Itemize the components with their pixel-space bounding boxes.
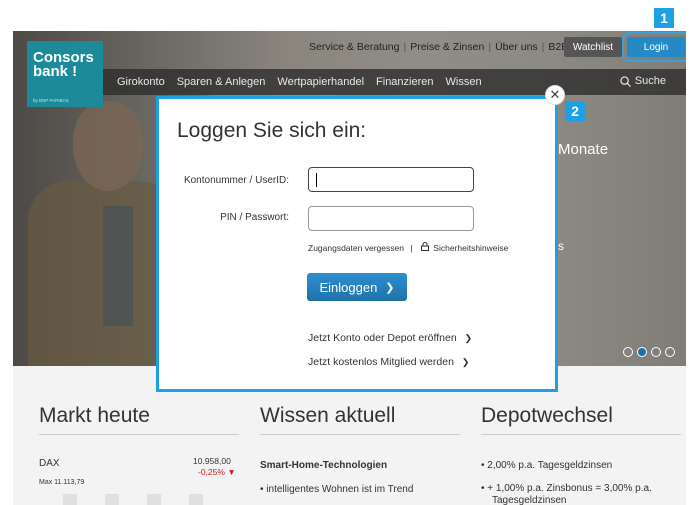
become-member-link[interactable]: Jetzt kostenlos Mitglied werden ❯ xyxy=(308,356,469,368)
dax-value: 10.958,00 xyxy=(193,456,231,466)
main-nav: Girokonto Sparen & Anlegen Wertpapierhan… xyxy=(103,69,686,95)
hero-text-2: s xyxy=(558,239,564,253)
carousel-dot[interactable] xyxy=(665,347,675,357)
nav-item-wertpapierhandel[interactable]: Wertpapierhandel xyxy=(277,76,364,88)
open-account-link[interactable]: Jetzt Konto oder Depot eröffnen ❯ xyxy=(308,332,472,344)
divider xyxy=(481,434,681,435)
modal-title: Loggen Sie sich ein: xyxy=(177,119,367,142)
markt-title: Markt heute xyxy=(39,404,150,427)
divider xyxy=(260,434,460,435)
carousel-dot[interactable] xyxy=(651,347,661,357)
lock-icon xyxy=(420,242,429,253)
link-ueber-uns[interactable]: Über uns xyxy=(495,41,538,53)
down-arrow-icon: ▼ xyxy=(227,467,236,477)
carousel-dot-active[interactable] xyxy=(637,347,647,357)
chart-bar xyxy=(189,494,203,505)
top-links: Service & Beratung | Preise & Zinsen | Über … xyxy=(309,41,569,53)
search-icon xyxy=(620,75,631,87)
depot-title: Depotwechsel xyxy=(481,404,613,427)
chevron-right-icon: ❯ xyxy=(464,333,473,343)
carousel-dots xyxy=(623,347,679,357)
text-caret xyxy=(316,173,317,187)
dax-change: -0,25% ▼ xyxy=(198,467,236,477)
chart-bar xyxy=(147,494,161,505)
watchlist-button[interactable]: Watchlist xyxy=(564,37,622,57)
hero-text: Monate xyxy=(558,141,609,158)
dax-label[interactable]: DAX xyxy=(39,458,60,469)
login-modal: Loggen Sie sich ein: Kontonummer / UserI… xyxy=(156,96,558,392)
divider xyxy=(39,434,239,435)
logo[interactable]: Consors bank ! by BNP PARIBAS xyxy=(27,41,103,107)
chevron-right-icon: ❯ xyxy=(461,357,470,367)
pin-label: PIN / Passwort: xyxy=(220,212,289,223)
forgot-link[interactable]: Zugangsdaten vergessen xyxy=(308,243,404,253)
nav-item-girokonto[interactable]: Girokonto xyxy=(117,76,165,88)
userid-input[interactable] xyxy=(308,167,474,192)
carousel-dot[interactable] xyxy=(623,347,633,357)
chart-bar xyxy=(105,494,119,505)
depot-bullet: • 2,00% p.a. Tagesgeldzinsen xyxy=(481,460,613,471)
badge-2: 2 xyxy=(565,101,585,121)
pin-input[interactable] xyxy=(308,206,474,231)
link-service[interactable]: Service & Beratung xyxy=(309,41,399,53)
security-link[interactable]: Sicherheitshinweise xyxy=(433,243,508,253)
einloggen-button[interactable]: Einloggen ❯ xyxy=(307,273,407,301)
nav-item-wissen[interactable]: Wissen xyxy=(446,76,482,88)
userid-label: Kontonummer / UserID: xyxy=(183,175,289,186)
nav-item-finanzieren[interactable]: Finanzieren xyxy=(376,76,433,88)
chart-bar xyxy=(63,494,77,505)
dax-max: Max 11.113,79 xyxy=(39,479,85,486)
badge-1: 1 xyxy=(654,8,674,28)
depot-bullet-cont: Tagesgeldzinsen xyxy=(492,495,567,505)
wissen-bullet: • intelligentes Wohnen ist im Trend xyxy=(260,484,414,495)
logo-text: Consors bank ! xyxy=(33,49,94,80)
login-button[interactable]: Login xyxy=(622,32,686,62)
chevron-right-icon: ❯ xyxy=(385,281,395,294)
nav-item-sparen[interactable]: Sparen & Anlegen xyxy=(177,76,266,88)
depot-bullet: • + 1,00% p.a. Zinsbonus = 3,00% p.a. xyxy=(481,483,652,494)
close-icon[interactable]: ✕ xyxy=(545,85,565,105)
search-label: Suche xyxy=(634,75,666,87)
wissen-headline[interactable]: Smart-Home-Technologien xyxy=(260,460,387,471)
wissen-title: Wissen aktuell xyxy=(260,404,396,427)
search-button[interactable]: Suche xyxy=(620,75,678,87)
link-preise[interactable]: Preise & Zinsen xyxy=(410,41,484,53)
forgot-row: Zugangsdaten vergessen | Sicherheitshinw… xyxy=(308,242,509,253)
logo-subtitle: by BNP PARIBAS xyxy=(33,98,69,103)
